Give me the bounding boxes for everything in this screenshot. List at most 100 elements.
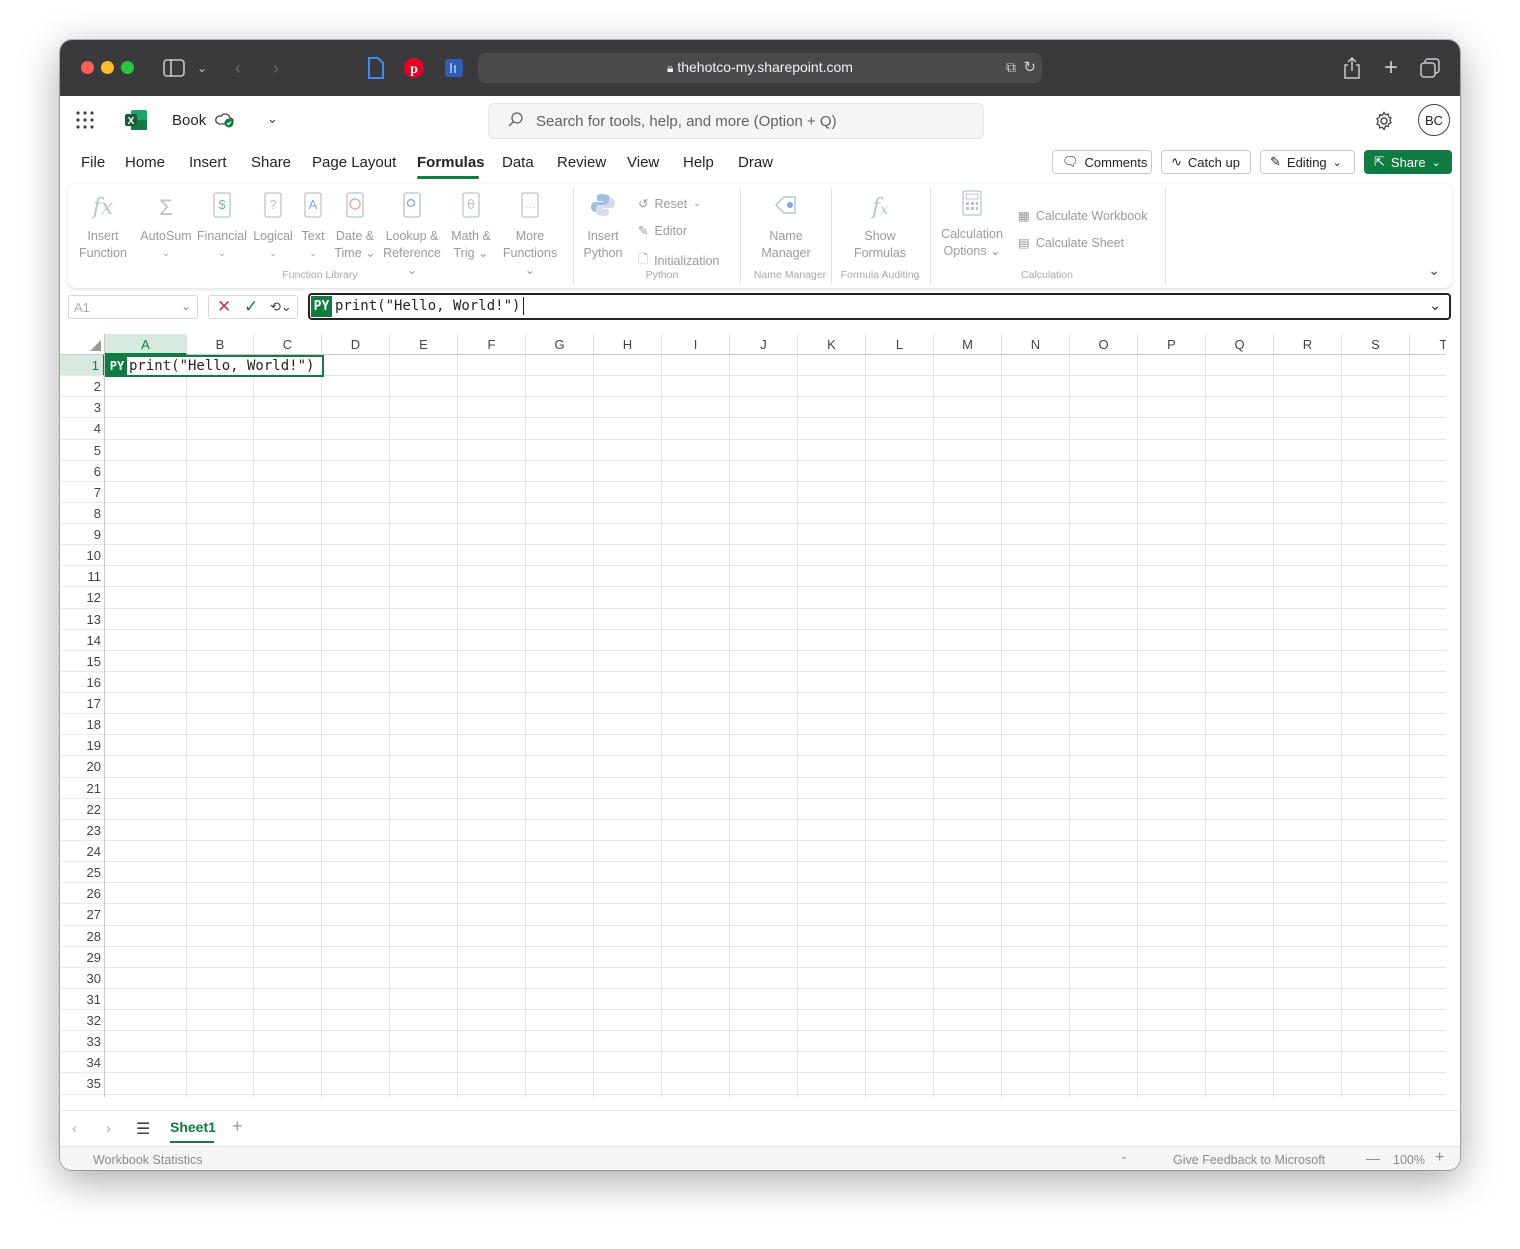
row-header-26[interactable]: 26 [60, 883, 105, 905]
row-header-32[interactable]: 32 [60, 1010, 105, 1032]
tab-share-icon[interactable]: ⧉ [1006, 59, 1016, 76]
calculate-workbook-button[interactable]: ▦ Calculate Workbook [1018, 208, 1147, 224]
autosum-button[interactable]: Σ AutoSum ⌄ [138, 192, 194, 262]
tab-help[interactable]: Help [683, 154, 714, 171]
sidebar-icon[interactable] [162, 56, 186, 80]
row-header-16[interactable]: 16 [60, 672, 105, 694]
chevron-down-icon[interactable]: ⌄ [181, 299, 191, 313]
row-header-31[interactable]: 31 [60, 989, 105, 1011]
pinterest-icon[interactable]: p [402, 56, 426, 80]
tab-review[interactable]: Review [557, 154, 606, 171]
column-header-o[interactable]: O [1070, 334, 1138, 355]
tab-data[interactable]: Data [502, 154, 534, 171]
user-avatar[interactable]: BC [1418, 104, 1450, 136]
tab-page-layout[interactable]: Page Layout [312, 154, 396, 171]
name-box[interactable]: A1 ⌄ [68, 295, 198, 319]
formula-input[interactable]: PY print("Hello, World!") ⌄ [308, 293, 1451, 320]
row-header-29[interactable]: 29 [60, 947, 105, 968]
column-header-b[interactable]: B [187, 334, 254, 355]
row-header-28[interactable]: 28 [60, 926, 105, 947]
row-header-24[interactable]: 24 [60, 841, 105, 863]
more-functions-button[interactable]: … More Functions ⌄ [496, 192, 564, 279]
tab-insert[interactable]: Insert [189, 154, 227, 171]
give-feedback-link[interactable]: Give Feedback to Microsoft [1173, 1153, 1325, 1167]
address-bar[interactable]: 🔒︎ thehotco-my.sharepoint.com ⧉ ↻ [478, 53, 1042, 83]
column-header-m[interactable]: M [934, 334, 1002, 355]
financial-button[interactable]: $ Financial ⌄ [196, 192, 248, 262]
comments-button[interactable]: 🗨︎ Comments [1052, 150, 1152, 174]
show-formulas-button[interactable]: fx Show Formulas [846, 192, 914, 262]
column-header-g[interactable]: G [526, 334, 594, 355]
column-header-t[interactable]: T [1410, 334, 1446, 355]
extension-icon[interactable] [442, 56, 466, 80]
column-header-s[interactable]: S [1342, 334, 1410, 355]
catch-up-button[interactable]: ∿ Catch up [1161, 150, 1251, 174]
date-time-button[interactable]: Date & Time ⌄ [332, 192, 378, 262]
search-box[interactable]: Search for tools, help, and more (Option… [488, 103, 984, 139]
tab-overview-icon[interactable] [1419, 56, 1441, 80]
share-button[interactable]: ⇱ Share ⌄ [1364, 150, 1452, 174]
row-header-3[interactable]: 3 [60, 397, 105, 419]
row-header-14[interactable]: 14 [60, 630, 105, 651]
row-header-13[interactable]: 13 [60, 609, 105, 630]
editor-button[interactable]: ✎ Editor [638, 223, 687, 239]
worksheet-grid[interactable]: ABCDEFGHIJKLMNOPQRST 1 2 3 4 5 6 7 8 9 10 11 12 13 14… [60, 334, 1446, 1097]
row-header-1[interactable]: 1 [60, 355, 105, 377]
math-trig-button[interactable]: θ Math & Trig ⌄ [448, 192, 494, 262]
cloud-saved-icon[interactable] [215, 111, 235, 134]
row-header-15[interactable]: 15 [60, 651, 105, 672]
workbook-name[interactable]: Book [172, 112, 206, 129]
reload-icon[interactable]: ↻ [1023, 58, 1036, 76]
reset-button[interactable]: ↺ Reset ⌄ [638, 196, 701, 212]
ribbon-expand-chevron-icon[interactable]: ⌄ [1428, 262, 1440, 279]
row-header-25[interactable]: 25 [60, 862, 105, 884]
row-header-20[interactable]: 20 [60, 756, 105, 778]
excel-logo-icon[interactable]: X [124, 109, 148, 136]
editing-mode-button[interactable]: ✎ Editing ⌄ [1260, 150, 1355, 174]
column-header-n[interactable]: N [1002, 334, 1070, 355]
prev-sheet-arrow-icon[interactable]: ‹ [72, 1120, 77, 1137]
forward-arrow-icon[interactable]: › [266, 56, 286, 80]
insert-function-button[interactable]: fx Insert Function [74, 192, 132, 262]
row-header-12[interactable]: 12 [60, 587, 105, 609]
active-cell-a1[interactable]: PY print("Hello, World!") [105, 355, 324, 377]
new-tab-icon[interactable]: + [1380, 54, 1402, 81]
chevron-down-icon[interactable]: ⌄ [1120, 1151, 1128, 1162]
column-header-l[interactable]: L [866, 334, 934, 355]
back-arrow-icon[interactable]: ‹ [228, 56, 248, 80]
initialization-button[interactable]: 🗋︎ Initialization [638, 250, 719, 271]
workbook-statistics-button[interactable]: Workbook Statistics [93, 1153, 203, 1167]
zoom-window-button[interactable] [121, 61, 134, 74]
tab-share[interactable]: Share [251, 154, 291, 171]
app-launcher-icon[interactable] [76, 111, 94, 134]
document-tab-icon[interactable] [364, 56, 388, 80]
python-output-icon[interactable]: ⟲⌄ [270, 299, 292, 315]
row-header-21[interactable]: 21 [60, 778, 105, 799]
column-header-c[interactable]: C [254, 334, 322, 355]
column-header-q[interactable]: Q [1206, 334, 1274, 355]
tab-formulas[interactable]: Formulas [417, 154, 485, 171]
add-sheet-icon[interactable]: + [232, 1116, 243, 1137]
row-header-17[interactable]: 17 [60, 693, 105, 715]
expand-formula-chevron-icon[interactable]: ⌄ [1429, 297, 1441, 314]
row-header-6[interactable]: 6 [60, 461, 105, 482]
row-header-4[interactable]: 4 [60, 418, 105, 440]
tab-home[interactable]: Home [125, 154, 165, 171]
row-header-2[interactable]: 2 [60, 376, 105, 398]
zoom-level[interactable]: 100% [1393, 1153, 1425, 1167]
tab-view[interactable]: View [627, 154, 659, 171]
row-header-11[interactable]: 11 [60, 566, 105, 588]
column-header-f[interactable]: F [458, 334, 526, 355]
column-header-p[interactable]: P [1138, 334, 1206, 355]
chevron-down-icon[interactable]: ⌄ [194, 56, 210, 80]
zoom-out-icon[interactable]: — [1366, 1150, 1380, 1166]
column-header-d[interactable]: D [322, 334, 390, 355]
row-header-34[interactable]: 34 [60, 1052, 105, 1074]
row-header-7[interactable]: 7 [60, 482, 105, 503]
column-header-i[interactable]: I [662, 334, 730, 355]
sheet-tab-sheet1[interactable]: Sheet1 [170, 1119, 216, 1135]
insert-python-button[interactable]: Insert Python [578, 192, 628, 262]
row-header-9[interactable]: 9 [60, 524, 105, 546]
zoom-in-icon[interactable]: + [1435, 1149, 1444, 1167]
logical-button[interactable]: ? Logical ⌄ [250, 192, 296, 262]
